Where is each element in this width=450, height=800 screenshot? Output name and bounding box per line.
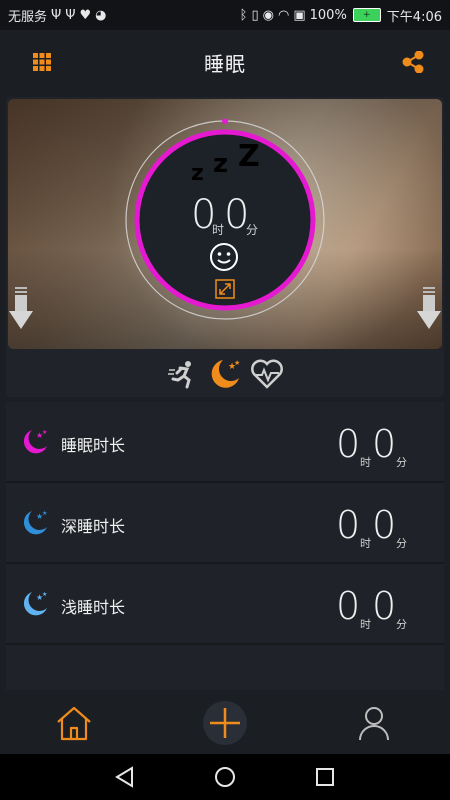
no-sim-icon: ▣ (293, 7, 306, 23)
mode-switcher: ★ ★ (0, 352, 450, 396)
run-mode-icon[interactable] (164, 355, 202, 393)
bluetooth-icon: ᛒ (239, 7, 248, 23)
minutes-unit: 分 (396, 456, 407, 469)
svg-text:★: ★ (42, 429, 47, 436)
hero-minutes-unit: 分 (246, 223, 259, 237)
app-notification-icon: ◕ (95, 7, 107, 23)
bottom-nav (0, 692, 450, 754)
moon-icon: ★ ★ (23, 510, 47, 535)
battery-icon: + (352, 8, 381, 22)
moon-icon: ★ ★ (23, 429, 47, 454)
moon-icon: ★ ★ (23, 591, 47, 616)
light-sleep-label: 浅睡时长 (61, 598, 126, 617)
hours-unit: 时 (360, 537, 371, 550)
minutes-value: 0 (372, 503, 397, 547)
hours-value: 0 (336, 422, 361, 466)
heart-mode-icon[interactable] (248, 355, 286, 393)
share-icon[interactable] (402, 51, 424, 73)
back-icon[interactable] (114, 766, 136, 788)
home-icon[interactable] (53, 704, 95, 742)
sleep-duration-value: 0 时 0 分 (336, 422, 436, 472)
wifi-icon: ◠ (277, 7, 290, 23)
deep-sleep-label: 深睡时长 (61, 517, 126, 536)
light-sleep-value: 0 时 0 分 (336, 584, 436, 634)
zzz-text: z (191, 161, 204, 186)
sleep-duration-label: 睡眠时长 (61, 436, 126, 455)
arrow-down-left-icon (9, 287, 33, 329)
hours-unit: 时 (360, 456, 371, 469)
battery-percent: 100% (309, 7, 347, 23)
grid-menu-icon[interactable] (32, 52, 52, 72)
carrier-text: 无服务 (8, 9, 48, 25)
eye-icon: ◉ (262, 7, 274, 23)
svg-text:★: ★ (234, 359, 240, 367)
home-circle-icon[interactable] (214, 766, 236, 788)
svg-text:★: ★ (42, 591, 47, 598)
status-bar: 无服务 Ψ Ψ ♥ ◕ ᛒ ▯ ◉ ◠ ▣ 100% + 下午4:06 (0, 0, 450, 30)
usb-icon: Ψ (51, 7, 62, 23)
app-bar: 睡眠 (0, 30, 450, 94)
list-item[interactable]: ★ ★ 浅睡时长 0 时 0 分 (6, 564, 444, 645)
health-icon: ♥ (79, 7, 92, 23)
sleep-stats-list: ★ ★ 睡眠时长 0 时 0 分 ★ ★ 深睡时长 0 时 0 分 ★ ★ 浅睡… (6, 402, 444, 690)
hours-value: 0 (336, 503, 361, 547)
list-item[interactable]: ★ ★ 睡眠时长 0 时 0 分 (6, 402, 444, 483)
usb-icon: Ψ (65, 7, 76, 23)
vibrate-icon: ▯ (251, 7, 259, 23)
page-title: 睡眠 (204, 51, 246, 76)
list-item[interactable]: ★ ★ 深睡时长 0 时 0 分 (6, 483, 444, 564)
hours-value: 0 (336, 584, 361, 628)
deep-sleep-value: 0 时 0 分 (336, 503, 436, 553)
minutes-unit: 分 (396, 618, 407, 631)
sleep-mode-icon[interactable]: ★ ★ (206, 355, 244, 393)
system-nav-bar (0, 754, 450, 800)
list-item-empty (6, 645, 444, 690)
minutes-value: 0 (372, 584, 397, 628)
expand-icon[interactable] (215, 279, 235, 299)
minutes-value: 0 (372, 422, 397, 466)
zzz-text: z (213, 149, 229, 179)
hero-hours-unit: 时 (212, 223, 225, 237)
zzz-text: Z (238, 139, 260, 174)
clock: 下午4:06 (386, 9, 442, 25)
profile-icon[interactable] (356, 704, 392, 742)
add-icon[interactable] (203, 701, 247, 745)
svg-text:★: ★ (42, 510, 47, 517)
recents-icon[interactable] (314, 766, 336, 788)
minutes-unit: 分 (396, 537, 407, 550)
arrow-down-right-icon (417, 287, 441, 329)
smiley-icon (210, 243, 238, 271)
hours-unit: 时 (360, 618, 371, 631)
hero-background-image: z z Z 0 时 0 分 (8, 99, 442, 349)
